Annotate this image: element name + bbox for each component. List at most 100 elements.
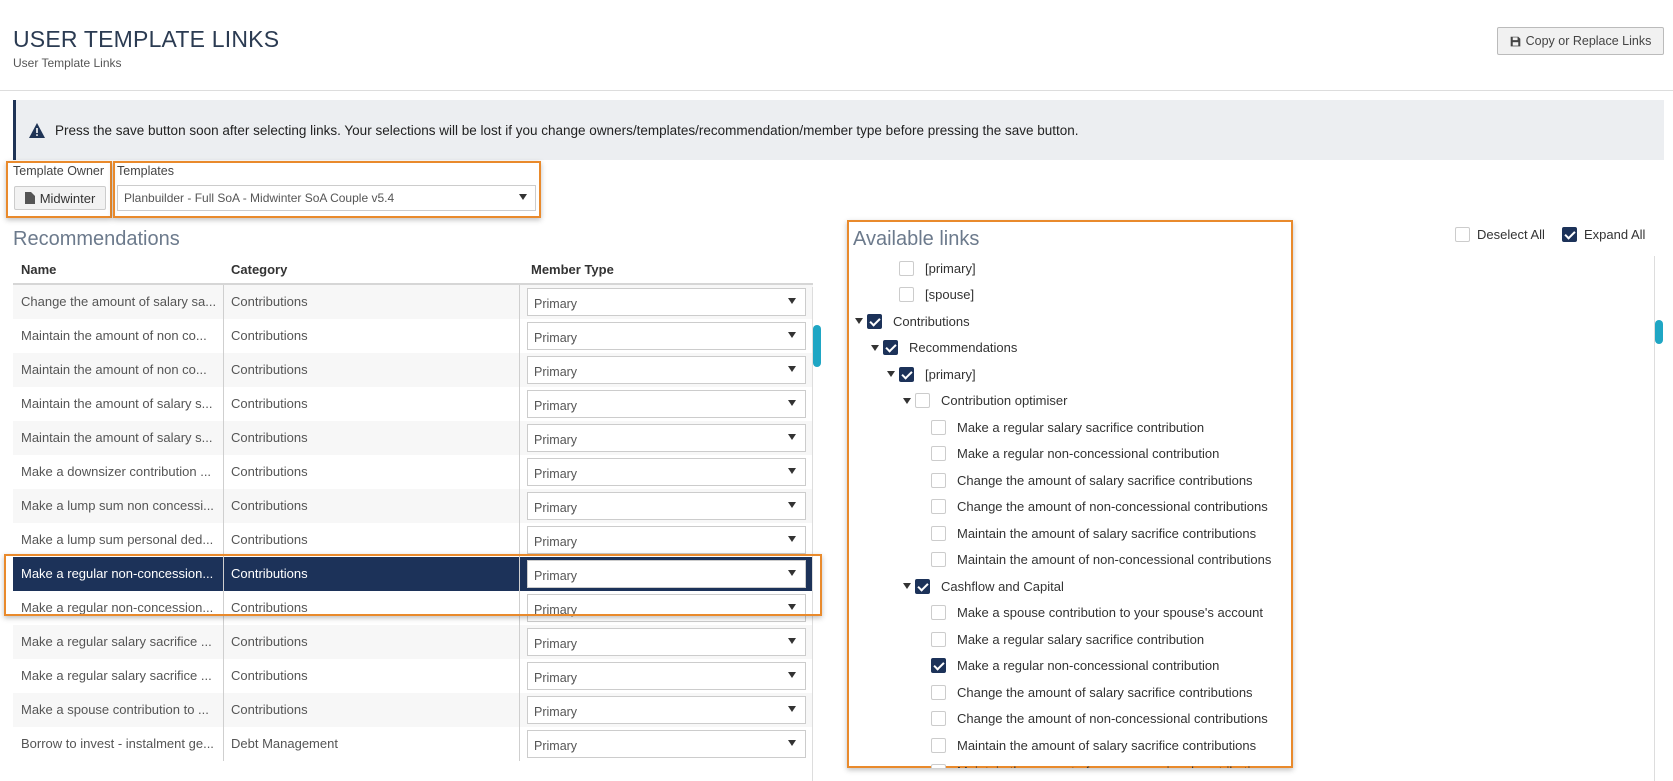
tree-node-checkbox[interactable] — [931, 684, 946, 700]
table-row[interactable]: Borrow to invest - instalment ge... Debt … — [13, 727, 813, 761]
tree-node[interactable]: Make a regular salary sacrifice contribu… — [919, 628, 1204, 650]
table-row[interactable]: Make a downsizer contribution ... Contrib… — [13, 455, 813, 489]
column-header-category[interactable]: Category — [231, 262, 287, 277]
tree-node[interactable]: Contributions — [855, 310, 970, 332]
deselect-all-checkbox[interactable]: Deselect All — [1455, 227, 1545, 242]
table-row[interactable]: Make a regular salary sacrifice ... Contr… — [13, 659, 813, 693]
table-row[interactable]: Make a regular salary sacrifice ... Contr… — [13, 625, 813, 659]
tree-node[interactable]: Make a regular salary sacrifice contribu… — [919, 416, 1204, 438]
selected-row-highlight — [4, 554, 822, 616]
table-row[interactable]: Maintain the amount of non co... Contribu… — [13, 319, 813, 353]
column-divider — [519, 319, 520, 353]
tree-node-checkbox[interactable] — [883, 340, 898, 355]
tree-node-checkbox[interactable] — [915, 393, 930, 408]
expand-toggle-icon[interactable] — [903, 397, 911, 404]
links-scrollbar-thumb[interactable] — [1655, 320, 1663, 344]
member-type-select[interactable]: Primary — [527, 628, 806, 656]
row-category: Contributions — [231, 532, 308, 547]
tree-node-checkbox[interactable] — [931, 711, 946, 726]
tree-node[interactable]: Change the amount of salary sacrifice co… — [919, 681, 1253, 703]
column-header-member-type[interactable]: Member Type — [531, 262, 614, 277]
tree-node[interactable]: Make a regular non-concessional contribu… — [919, 655, 1219, 677]
tree-node-checkbox[interactable] — [931, 658, 946, 673]
tree-node-checkbox[interactable] — [931, 764, 946, 768]
table-scrollbar-thumb[interactable] — [813, 325, 821, 367]
tree-node[interactable]: Make a spouse contribution to your spous… — [919, 602, 1263, 624]
tree-node-checkbox[interactable] — [899, 287, 914, 302]
expand-toggle-icon[interactable] — [855, 318, 863, 324]
copy-or-replace-links-button[interactable]: Copy or Replace Links — [1497, 27, 1664, 55]
member-type-value: Primary — [534, 671, 578, 685]
member-type-select[interactable]: Primary — [527, 356, 806, 384]
member-type-select[interactable]: Primary — [527, 526, 806, 554]
tree-node[interactable]: Maintain the amount of salary sacrifice … — [919, 522, 1256, 544]
member-type-select[interactable]: Primary — [527, 662, 806, 690]
expand-toggle-icon[interactable] — [887, 371, 895, 377]
tree-node-checkbox[interactable] — [931, 552, 946, 567]
chevron-down-icon — [788, 740, 796, 746]
tree-node[interactable]: Maintain the amount of salary sacrifice … — [919, 734, 1256, 756]
table-row[interactable]: Change the amount of salary sa... Contrib… — [13, 285, 813, 319]
expand-all-box[interactable] — [1562, 227, 1577, 242]
tree-node-checkbox[interactable] — [931, 737, 946, 753]
tree-node-checkbox[interactable] — [867, 313, 882, 329]
deselect-all-box[interactable] — [1455, 227, 1470, 242]
expand-toggle-icon[interactable] — [903, 583, 911, 589]
column-divider — [519, 285, 520, 319]
table-row[interactable]: Maintain the amount of salary s... Contri… — [13, 421, 813, 455]
member-type-select[interactable]: Primary — [527, 390, 806, 418]
templates-select[interactable]: Planbuilder - Full SoA - Midwinter SoA C… — [117, 185, 536, 211]
row-name: Make a regular salary sacrifice ... — [21, 668, 212, 683]
member-type-value: Primary — [534, 467, 578, 481]
table-row[interactable]: Make a lump sum non concessi... Contribut… — [13, 489, 813, 523]
expand-toggle-icon[interactable] — [871, 344, 879, 351]
tree-node[interactable]: Maintain the amount of non-concessional … — [919, 761, 1271, 768]
tree-node[interactable]: [spouse] — [887, 284, 974, 306]
tree-node-checkbox[interactable] — [899, 366, 914, 382]
tree-node-checkbox[interactable] — [931, 419, 946, 435]
row-category: Contributions — [231, 464, 308, 479]
tree-node[interactable]: [primary] — [887, 363, 976, 385]
tree-node-label: Maintain the amount of non-concessional … — [957, 552, 1272, 567]
table-row[interactable]: Make a spouse contribution to ... Contrib… — [13, 693, 813, 727]
tree-node-checkbox[interactable] — [931, 472, 946, 488]
member-type-select[interactable]: Primary — [527, 696, 806, 724]
tree-node[interactable]: Change the amount of non-concessional co… — [919, 496, 1268, 518]
table-row[interactable]: Maintain the amount of salary s... Contri… — [13, 387, 813, 421]
tree-node[interactable]: Recommendations — [871, 337, 1017, 359]
tree-node-checkbox[interactable] — [931, 446, 946, 461]
member-type-select[interactable]: Primary — [527, 288, 806, 316]
templates-selected-value: Planbuilder - Full SoA - Midwinter SoA C… — [124, 191, 395, 205]
recommendations-title: Recommendations — [13, 228, 180, 250]
member-type-select[interactable]: Primary — [527, 424, 806, 452]
row-category: Contributions — [231, 328, 308, 343]
tree-node[interactable]: Contribution optimiser — [903, 390, 1067, 412]
column-header-name[interactable]: Name — [21, 262, 56, 277]
member-type-select[interactable]: Primary — [527, 322, 806, 350]
expand-all-checkbox[interactable]: Expand All — [1562, 227, 1645, 242]
tree-node-checkbox[interactable] — [931, 631, 946, 647]
member-type-select[interactable]: Primary — [527, 492, 806, 520]
chevron-down-icon — [788, 706, 796, 712]
tree-node[interactable]: Make a regular non-concessional contribu… — [919, 443, 1219, 465]
member-type-select[interactable]: Primary — [527, 730, 806, 758]
tree-node[interactable]: [primary] — [887, 257, 976, 279]
tree-node-checkbox[interactable] — [931, 605, 946, 620]
tree-node[interactable]: Change the amount of non-concessional co… — [919, 708, 1268, 730]
row-name: Maintain the amount of non co... — [21, 362, 207, 377]
tree-node-checkbox[interactable] — [931, 525, 946, 541]
member-type-select[interactable]: Primary — [527, 458, 806, 486]
template-owner-button[interactable]: Midwinter — [14, 186, 106, 210]
tree-node[interactable]: Cashflow and Capital — [903, 575, 1064, 597]
row-name: Make a lump sum non concessi... — [21, 498, 214, 513]
table-row[interactable]: Maintain the amount of non co... Contribu… — [13, 353, 813, 387]
tree-node[interactable]: Maintain the amount of non-concessional … — [919, 549, 1271, 571]
tree-node-checkbox[interactable] — [899, 260, 914, 276]
table-row[interactable]: Make a lump sum personal ded... Contribut… — [13, 523, 813, 557]
tree-node[interactable]: Change the amount of salary sacrifice co… — [919, 469, 1253, 491]
tree-node-checkbox[interactable] — [931, 499, 946, 514]
tree-node-checkbox[interactable] — [915, 578, 930, 594]
